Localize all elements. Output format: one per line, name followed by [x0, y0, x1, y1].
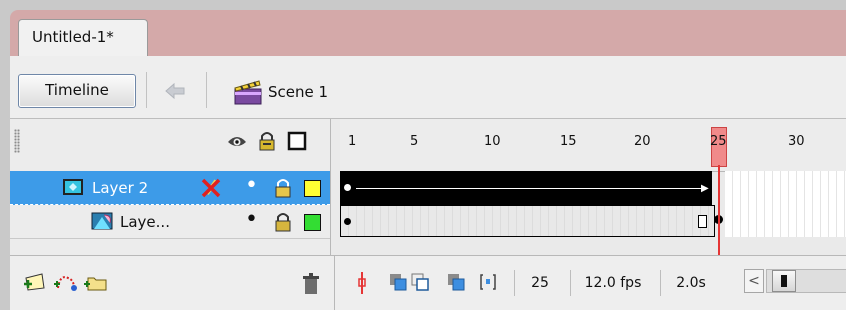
scrollbar-thumb[interactable]	[772, 270, 796, 292]
edit-multiple-frames-icon[interactable]	[446, 272, 466, 292]
pencil-crossed-icon[interactable]	[200, 177, 222, 199]
ruler-label: 5	[410, 134, 419, 149]
center-frame-icon[interactable]	[354, 270, 370, 296]
document-tab-title: Untitled-1*	[32, 28, 114, 46]
tween-arrow	[356, 188, 706, 189]
ruler-label: 30	[788, 134, 805, 149]
toolbar-divider	[206, 72, 207, 108]
mask-layer-icon	[91, 212, 113, 230]
ruler-label: 15	[560, 134, 577, 149]
empty-frames-grid[interactable]	[725, 171, 846, 237]
keyframe[interactable]	[344, 184, 351, 191]
frame-ruler[interactable]: 1 5 10 15 20 25 30	[340, 119, 846, 172]
arrow-left-icon[interactable]	[160, 78, 190, 104]
outline-color-swatch[interactable]	[304, 180, 321, 197]
timeline-bottom-bar: 25 12.0 fps 2.0s <	[10, 255, 846, 310]
onion-skin-outlines-icon[interactable]	[410, 272, 430, 292]
document-tab[interactable]: Untitled-1*	[18, 19, 148, 56]
panel-grip[interactable]	[14, 129, 20, 153]
layer-name: Layer 2	[92, 179, 149, 197]
outline-color-swatch[interactable]	[304, 214, 321, 231]
motion-guide-icon[interactable]	[52, 270, 80, 294]
layer-icon	[63, 179, 83, 195]
toolbar-divider	[146, 72, 147, 108]
thumb-grip	[781, 275, 787, 287]
layer-row-layer-2[interactable]: Layer 2 •	[10, 171, 330, 205]
tween-arrowhead: ▶	[701, 183, 709, 194]
eye-icon[interactable]	[226, 130, 248, 152]
frames-area[interactable]: 1 5 10 15 20 25 30 ▶	[340, 119, 846, 275]
clapperboard-icon	[234, 80, 262, 105]
elapsed-time-value: 2.0s	[676, 275, 706, 291]
ruler-label: 1	[348, 134, 357, 149]
elapsed-time-display: 2.0s	[660, 270, 721, 296]
visible-dot-icon[interactable]: •	[245, 207, 258, 232]
ruler-label: 20	[634, 134, 651, 149]
new-folder-icon[interactable]	[82, 270, 110, 294]
visible-dot-icon[interactable]: •	[245, 173, 258, 198]
layer-name: Laye...	[120, 213, 170, 231]
current-frame-value: 25	[531, 275, 549, 291]
lock-toggle-icon[interactable]	[273, 212, 293, 232]
new-layer-icon[interactable]	[20, 270, 48, 294]
end-frame[interactable]	[698, 215, 707, 228]
onion-skin-icon[interactable]	[388, 272, 408, 292]
frame-rate-display[interactable]: 12.0 fps	[570, 270, 655, 296]
scroll-left-button[interactable]: <	[744, 269, 764, 293]
timeline-button[interactable]: Timeline	[18, 74, 136, 108]
timeline-panel: Layer 2 • Laye... • 1 5 10 15 20 25 30 ▶…	[10, 119, 846, 310]
lock-toggle-icon[interactable]	[273, 178, 293, 198]
lock-icon[interactable]	[256, 130, 278, 152]
keyframe[interactable]	[344, 218, 351, 225]
trash-icon[interactable]	[300, 272, 322, 296]
modify-markers-icon[interactable]	[478, 272, 498, 292]
frame-span-layer-1[interactable]	[340, 205, 715, 237]
divider	[334, 256, 335, 310]
scene-label[interactable]: Scene 1	[268, 83, 328, 101]
ruler-label: 10	[484, 134, 501, 149]
current-frame-display[interactable]: 25	[514, 270, 565, 296]
edit-bar: Timeline Scene 1	[10, 56, 846, 119]
tween-span-layer-2[interactable]: ▶	[340, 171, 712, 205]
layer-row-layer-1[interactable]: Laye... •	[10, 205, 330, 239]
ruler-label-current: 25	[710, 134, 727, 149]
timeline-button-label: Timeline	[45, 81, 109, 99]
outline-square-icon[interactable]	[286, 130, 308, 152]
frame-rate-value: 12.0 fps	[584, 275, 642, 291]
